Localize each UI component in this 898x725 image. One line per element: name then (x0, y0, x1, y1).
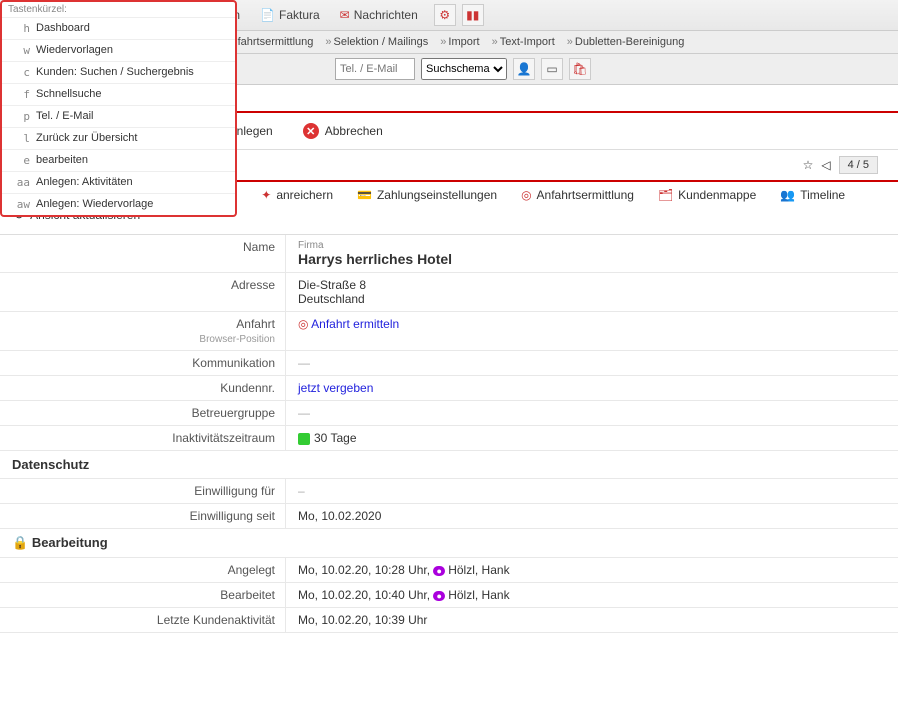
directions-link[interactable]: Anfahrt ermitteln (311, 317, 399, 331)
company-tag: Firma (298, 240, 886, 251)
label-bearbeitet: Bearbeitet (0, 583, 285, 607)
inakt-value: 30 Tage (314, 431, 357, 445)
settings-icon-button[interactable]: ⚙ (434, 4, 456, 26)
label-einw-fuer: Einwilligung für (0, 479, 285, 503)
bearbeitet-date: Mo, 10.02.20, 10:40 Uhr, (298, 588, 430, 602)
user-badge-icon: ● (433, 591, 444, 601)
user-name: Hölzl, Hank (448, 588, 509, 602)
subnav-item[interactable]: »Text-Import (486, 36, 561, 48)
card-icon: 💳 (357, 188, 372, 202)
people-icon: 👥 (780, 188, 795, 202)
detail-panel: Name Firma Harrys herrliches Hotel Adres… (0, 234, 898, 633)
magic-icon: ✦ (261, 188, 271, 202)
assign-number-link[interactable]: jetzt vergeben (298, 381, 373, 395)
einw-seit-value: Mo, 10.02.2020 (285, 504, 898, 528)
label-inakt: Inaktivitätszeitraum (0, 426, 285, 450)
shortcut-title: Tastenkürzel: (2, 2, 235, 17)
phone-email-input[interactable] (335, 58, 415, 80)
folder-icon: 🗂 (658, 188, 673, 202)
empty-value: – (298, 484, 305, 498)
label-komm: Kommunikation (0, 351, 285, 375)
status-indicator (298, 433, 310, 445)
label-adresse: Adresse (0, 273, 285, 311)
label-anfahrt: Anfahrt (236, 317, 275, 331)
gear-icon: ⚙ (439, 8, 450, 22)
document-icon: 📄 (260, 8, 275, 22)
letzte-value: Mo, 10.02.20, 10:39 Uhr (285, 608, 898, 632)
street: Die-Straße 8 (298, 278, 886, 292)
shortcut-row[interactable]: fSchnellsuche (2, 83, 235, 105)
stats-icon-button[interactable]: ▮▮ (462, 4, 484, 26)
shortcut-row[interactable]: cKunden: Suchen / Suchergebnis (2, 61, 235, 83)
suchschema-select[interactable]: Suchschema (421, 58, 507, 80)
company-name: Harrys herrliches Hotel (298, 251, 886, 267)
label-kundennr: Kundennr. (0, 376, 285, 400)
subnav-item[interactable]: »Dubletten-Bereinigung (561, 36, 691, 48)
target-icon: ◎ (298, 317, 308, 331)
enrich-button[interactable]: ✦anreichern (261, 188, 333, 202)
abbrechen-button[interactable]: ✕ Abbrechen (303, 123, 383, 139)
shortcut-row[interactable]: aaAnlegen: Aktivitäten (2, 171, 235, 193)
page-count: 4 / 5 (839, 156, 878, 174)
label-name: Name (0, 235, 285, 272)
user-icon: 👤 (517, 62, 532, 76)
folder-button[interactable]: 🗂Kundenmappe (658, 188, 756, 202)
angelegt-date: Mo, 10.02.20, 10:28 Uhr, (298, 563, 430, 577)
top-tab-faktura[interactable]: 📄 Faktura (250, 8, 330, 22)
cancel-icon: ✕ (303, 123, 319, 139)
section-bearbeitung: 🔒 Bearbeitung (0, 529, 898, 558)
barchart-icon: ▮▮ (466, 8, 479, 22)
label-anfahrt-sub: Browser-Position (199, 334, 275, 345)
mail-icon: ✉ (340, 8, 350, 22)
country: Deutschland (298, 292, 886, 306)
top-tab-nachrichten[interactable]: ✉ Nachrichten (330, 8, 428, 22)
payment-button[interactable]: 💳Zahlungseinstellungen (357, 188, 497, 202)
label-betreuer: Betreuergruppe (0, 401, 285, 425)
subnav-item[interactable]: »Import (434, 36, 485, 48)
label-einw-seit: Einwilligung seit (0, 504, 285, 528)
directions-button[interactable]: ◎Anfahrtsermittlung (521, 188, 634, 202)
bag-icon-button[interactable]: 🛍 (569, 58, 591, 80)
card-icon: ▭ (546, 62, 557, 76)
shortcut-popup: Tastenkürzel: hDashboard wWiedervorlagen… (0, 0, 237, 217)
shortcut-row[interactable]: wWiedervorlagen (2, 39, 235, 61)
subnav-item[interactable]: »Selektion / Mailings (319, 36, 434, 48)
user-name: Hölzl, Hank (448, 563, 509, 577)
label-letzte: Letzte Kundenaktivität (0, 608, 285, 632)
shortcut-row[interactable]: hDashboard (2, 17, 235, 39)
lock-icon: 🔒 (12, 535, 28, 550)
target-icon: ◎ (521, 188, 531, 202)
shortcut-row[interactable]: ebearbeiten (2, 149, 235, 171)
shortcut-row[interactable]: pTel. / E-Mail (2, 105, 235, 127)
search-user-icon-button[interactable]: 👤 (513, 58, 535, 80)
card-icon-button[interactable]: ▭ (541, 58, 563, 80)
prev-icon[interactable]: ◁ (821, 158, 830, 172)
empty-value: — (298, 406, 310, 420)
section-datenschutz: Datenschutz (0, 451, 898, 479)
shortcut-row[interactable]: lZurück zur Übersicht (2, 127, 235, 149)
user-badge-icon: ● (433, 566, 444, 576)
empty-value: — (298, 356, 310, 370)
star-icon[interactable]: ☆ (803, 158, 814, 172)
shortcut-row[interactable]: awAnlegen: Wiedervorlage (2, 193, 235, 215)
label-angelegt: Angelegt (0, 558, 285, 582)
bag-icon: 🛍 (572, 62, 587, 76)
timeline-button[interactable]: 👥Timeline (780, 188, 845, 202)
